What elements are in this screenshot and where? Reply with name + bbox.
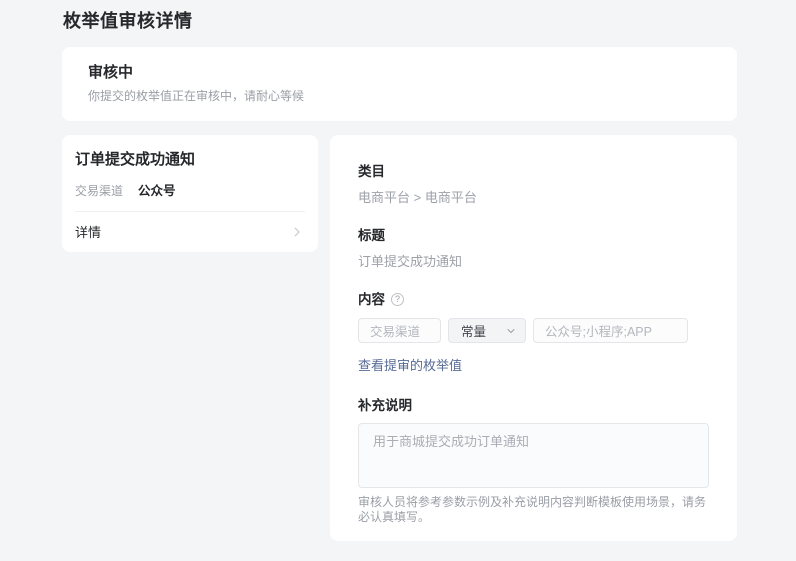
title-label: 标题 bbox=[358, 228, 709, 243]
category-field: 类目 电商平台 > 电商平台 bbox=[358, 164, 709, 205]
content-field: 内容 ? 常量 查看提审的枚举值 bbox=[358, 292, 709, 375]
chevron-down-icon bbox=[506, 326, 516, 336]
review-hint: 审核人员将参考参数示例及补充说明内容判断模板使用场景，请务必认真填写。 bbox=[358, 495, 709, 525]
supplement-label: 补充说明 bbox=[358, 398, 709, 413]
param-name-input[interactable] bbox=[358, 318, 441, 343]
param-type-select[interactable]: 常量 bbox=[448, 318, 526, 343]
param-example-input[interactable] bbox=[533, 318, 688, 343]
template-title: 订单提交成功通知 bbox=[75, 149, 305, 170]
template-summary-card: 订单提交成功通知 交易渠道 公众号 详情 bbox=[62, 135, 318, 252]
view-enum-values-link[interactable]: 查看提审的枚举值 bbox=[358, 355, 462, 374]
status-description: 你提交的枚举值正在审核中，请耐心等候 bbox=[88, 88, 711, 105]
detail-label: 详情 bbox=[75, 222, 101, 241]
chevron-right-icon bbox=[291, 226, 303, 238]
channel-row: 交易渠道 公众号 bbox=[75, 180, 305, 199]
param-row: 常量 bbox=[358, 318, 709, 343]
param-type-value: 常量 bbox=[461, 321, 486, 340]
channel-label: 交易渠道 bbox=[75, 182, 123, 199]
supplement-field: 补充说明 用于商城提交成功订单通知 审核人员将参考参数示例及补充说明内容判断模板… bbox=[358, 398, 709, 525]
page-title: 枚举值审核详情 bbox=[63, 11, 737, 31]
detail-link-row[interactable]: 详情 bbox=[75, 212, 305, 252]
category-label: 类目 bbox=[358, 164, 709, 179]
content-label: 内容 bbox=[358, 292, 385, 307]
category-value: 电商平台 > 电商平台 bbox=[358, 190, 709, 205]
title-field: 标题 订单提交成功通知 bbox=[358, 228, 709, 269]
help-icon[interactable]: ? bbox=[391, 293, 404, 306]
detail-panel: 类目 电商平台 > 电商平台 标题 订单提交成功通知 内容 ? 常量 bbox=[330, 135, 737, 541]
content-label-row: 内容 ? bbox=[358, 292, 709, 307]
page: 枚举值审核详情 审核中 你提交的枚举值正在审核中，请耐心等候 订单提交成功通知 … bbox=[0, 0, 796, 561]
status-card: 审核中 你提交的枚举值正在审核中，请耐心等候 bbox=[62, 47, 737, 121]
content-columns: 订单提交成功通知 交易渠道 公众号 详情 类目 电商平台 > 电商平台 标题 订… bbox=[62, 135, 737, 541]
channel-value: 公众号 bbox=[138, 180, 176, 199]
status-title: 审核中 bbox=[88, 62, 711, 83]
title-value: 订单提交成功通知 bbox=[358, 254, 709, 269]
supplement-textarea[interactable]: 用于商城提交成功订单通知 bbox=[358, 423, 709, 488]
